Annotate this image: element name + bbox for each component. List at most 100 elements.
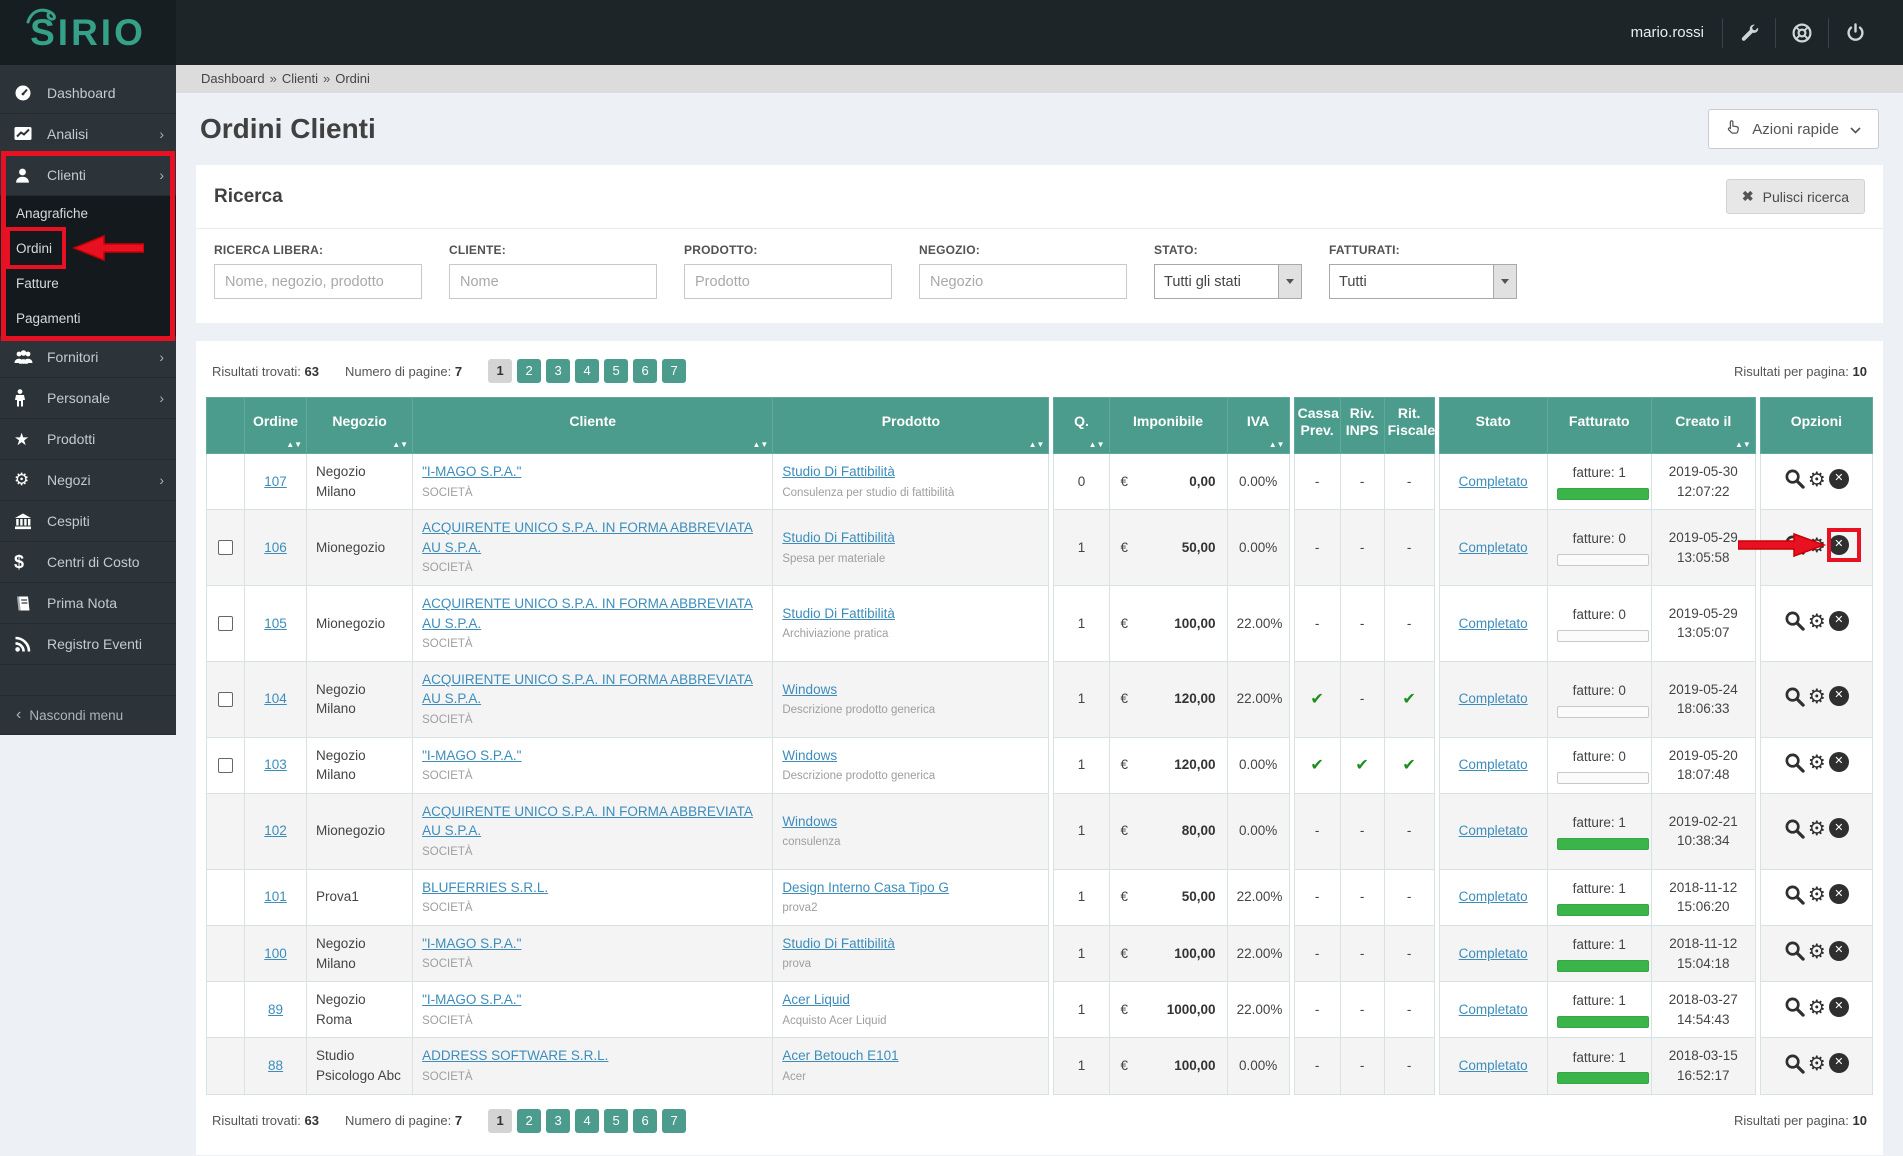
page-button-3[interactable]: 3 [546, 359, 571, 383]
prodotto-link[interactable]: Windows [782, 748, 837, 763]
sidebar-item-personale[interactable]: Personale › [0, 378, 176, 419]
cliente-link[interactable]: BLUFERRIES S.R.L. [422, 880, 548, 895]
gear-icon[interactable]: ⚙ [1808, 997, 1826, 1017]
sort-arrows-icon[interactable]: ▲▼ [1735, 440, 1751, 450]
cliente-input[interactable] [449, 264, 657, 299]
negozio-input[interactable] [919, 264, 1127, 299]
stato-link[interactable]: Completato [1459, 1058, 1528, 1073]
page-button-1[interactable]: 1 [488, 1108, 513, 1133]
gear-icon[interactable]: ⚙ [1808, 611, 1826, 631]
gear-icon[interactable]: ⚙ [1808, 941, 1826, 961]
row-checkbox[interactable] [218, 691, 233, 707]
view-order-icon[interactable] [1784, 884, 1805, 905]
delete-order-icon[interactable]: ✕ [1828, 996, 1849, 1017]
sidebar-subitem-fatture[interactable]: Fatture [0, 266, 176, 301]
sidebar-item-cespiti[interactable]: Cespiti [0, 501, 176, 542]
delete-order-icon[interactable]: ✕ [1828, 940, 1849, 961]
row-checkbox[interactable] [218, 540, 233, 556]
order-number-link[interactable]: 89 [268, 1002, 283, 1017]
page-button-7[interactable]: 7 [662, 359, 687, 383]
sort-arrows-icon[interactable]: ▲▼ [1089, 440, 1105, 450]
sidebar-item-prodotti[interactable]: ★ Prodotti [0, 419, 176, 460]
cliente-link[interactable]: "I-MAGO S.P.A." [422, 992, 521, 1007]
sort-arrows-icon[interactable]: ▲▼ [1029, 440, 1045, 450]
sidebar-item-clienti[interactable]: Clienti › [0, 155, 176, 196]
delete-order-icon[interactable]: ✕ [1828, 468, 1849, 489]
stato-link[interactable]: Completato [1459, 691, 1528, 706]
wrench-icon[interactable] [1723, 23, 1775, 42]
stato-select[interactable]: Tutti gli stati [1154, 264, 1302, 299]
delete-order-icon[interactable]: ✕ [1828, 610, 1849, 631]
sort-arrows-icon[interactable]: ▲▼ [1269, 440, 1285, 450]
view-order-icon[interactable] [1784, 996, 1805, 1018]
view-order-icon[interactable] [1784, 1053, 1805, 1074]
prodotto-link[interactable]: Acer Liquid [782, 992, 850, 1007]
breadcrumb-clienti[interactable]: Clienti [282, 71, 318, 86]
prodotto-link[interactable]: Studio Di Fattibilità [782, 606, 895, 621]
view-order-icon[interactable] [1784, 752, 1805, 773]
stato-link[interactable]: Completato [1459, 540, 1528, 555]
page-button-6[interactable]: 6 [633, 359, 658, 383]
page-button-4[interactable]: 4 [575, 1108, 600, 1133]
cliente-link[interactable]: "I-MAGO S.P.A." [422, 748, 521, 763]
page-button-2[interactable]: 2 [517, 1108, 542, 1133]
col-header-cliente[interactable]: Cliente ▲▼ [412, 397, 774, 454]
col-header-creato[interactable]: Creato il ▲▼ [1650, 397, 1756, 454]
col-header-prodotto[interactable]: Prodotto ▲▼ [772, 397, 1050, 454]
page-button-4[interactable]: 4 [575, 359, 600, 383]
gear-icon[interactable]: ⚙ [1808, 1053, 1826, 1073]
gear-icon[interactable]: ⚙ [1808, 686, 1826, 706]
sort-arrows-icon[interactable]: ▲▼ [286, 440, 302, 450]
free-search-input[interactable] [214, 264, 422, 299]
page-button-5[interactable]: 5 [604, 359, 629, 383]
view-order-icon[interactable] [1784, 468, 1805, 490]
stato-link[interactable]: Completato [1459, 616, 1528, 631]
sort-arrows-icon[interactable]: ▲▼ [392, 440, 408, 450]
delete-order-icon[interactable]: ✕ [1828, 818, 1849, 839]
delete-order-icon[interactable]: ✕ [1828, 752, 1849, 773]
gear-icon[interactable]: ⚙ [1808, 884, 1826, 904]
view-order-icon[interactable] [1784, 940, 1805, 961]
app-logo[interactable]: SIRIO [0, 0, 176, 65]
stato-link[interactable]: Completato [1459, 474, 1528, 489]
page-button-1[interactable]: 1 [488, 359, 513, 383]
col-header-negozio[interactable]: Negozio ▲▼ [306, 397, 414, 454]
order-number-link[interactable]: 88 [268, 1058, 283, 1073]
breadcrumb-dashboard[interactable]: Dashboard [201, 71, 265, 86]
prodotto-link[interactable]: Studio Di Fattibilità [782, 530, 895, 545]
col-header-ordine[interactable]: Ordine ▲▼ [244, 397, 308, 454]
prodotto-link[interactable]: Windows [782, 682, 837, 697]
sidebar-subitem-anagrafiche[interactable]: Anagrafiche [0, 196, 176, 231]
sidebar-subitem-pagamenti[interactable]: Pagamenti [0, 301, 176, 336]
order-number-link[interactable]: 105 [264, 616, 287, 631]
row-checkbox[interactable] [218, 615, 233, 631]
sidebar-subitem-ordini[interactable]: Ordini [0, 231, 176, 266]
fatturati-select[interactable]: Tutti [1329, 264, 1517, 299]
cliente-link[interactable]: "I-MAGO S.P.A." [422, 464, 521, 479]
cliente-link[interactable]: ADDRESS SOFTWARE S.R.L. [422, 1048, 608, 1063]
page-button-3[interactable]: 3 [546, 1108, 571, 1133]
row-checkbox[interactable] [218, 757, 233, 773]
prodotto-input[interactable] [684, 264, 892, 299]
order-number-link[interactable]: 104 [264, 691, 287, 706]
prodotto-link[interactable]: Studio Di Fattibilità [782, 936, 895, 951]
page-button-5[interactable]: 5 [604, 1108, 629, 1133]
sidebar-item-registro-eventi[interactable]: Registro Eventi [0, 624, 176, 665]
sidebar-item-analisi[interactable]: Analisi › [0, 114, 176, 155]
col-header-iva[interactable]: IVA ▲▼ [1226, 397, 1290, 454]
view-order-icon[interactable] [1784, 818, 1805, 839]
username[interactable]: mario.rossi [1613, 24, 1722, 41]
sidebar-item-negozi[interactable]: ⚙ Negozi › [0, 460, 176, 501]
cliente-link[interactable]: ACQUIRENTE UNICO S.P.A. IN FORMA ABBREVI… [422, 804, 753, 839]
sidebar-item-centri-di-costo[interactable]: $ Centri di Costo [0, 542, 176, 583]
delete-order-icon[interactable]: ✕ [1828, 1053, 1849, 1074]
prodotto-link[interactable]: Studio Di Fattibilità [782, 464, 895, 479]
hide-menu-button[interactable]: ‹ Nascondi menu [0, 695, 176, 735]
order-number-link[interactable]: 100 [264, 946, 287, 961]
prodotto-link[interactable]: Windows [782, 814, 837, 829]
view-order-icon[interactable] [1784, 534, 1805, 556]
cliente-link[interactable]: "I-MAGO S.P.A." [422, 936, 521, 951]
delete-order-icon[interactable]: ✕ [1828, 884, 1849, 905]
sidebar-item-fornitori[interactable]: Fornitori › [0, 337, 176, 378]
stato-link[interactable]: Completato [1459, 889, 1528, 904]
